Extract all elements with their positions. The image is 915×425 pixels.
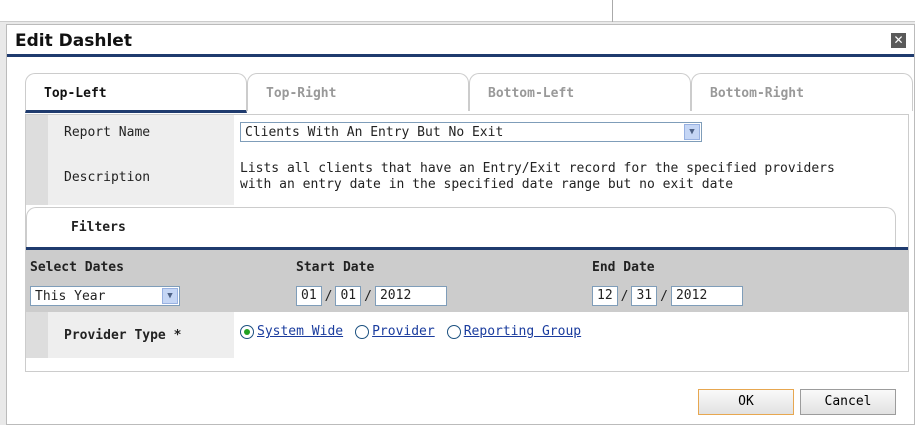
date-filter-row: Select Dates Start Date End Date This Ye… <box>26 250 908 312</box>
provider-type-row: Provider Type * System Wide Provider Rep… <box>26 312 908 358</box>
report-name-label: Report Name <box>48 115 234 149</box>
end-month-input[interactable]: 12 <box>592 286 618 306</box>
report-name-cell: Clients With An Entry But No Exit ▼ <box>234 115 908 149</box>
background-divider <box>612 0 613 22</box>
description-cell: Lists all clients that have an Entry/Exi… <box>234 149 908 205</box>
description-line-2: with an entry date in the specified date… <box>240 177 734 192</box>
start-day-input[interactable]: 01 <box>335 286 362 306</box>
provider-type-label: Provider Type * <box>48 312 234 358</box>
description-label: Description <box>48 149 234 205</box>
chevron-down-icon: ▼ <box>684 124 700 140</box>
dialog-buttons: OK Cancel <box>698 389 896 415</box>
tab-bottom-right[interactable]: Bottom-Right <box>691 73 913 111</box>
select-dates-value: This Year <box>35 289 106 304</box>
cancel-button[interactable]: Cancel <box>800 389 896 415</box>
end-day-input[interactable]: 31 <box>631 286 658 306</box>
dashlet-settings-panel: Report Name Clients With An Entry But No… <box>25 114 909 372</box>
dashlet-position-tabs: Top-Left Top-Right Bottom-Left Bottom-Ri… <box>25 73 913 113</box>
start-date-label: Start Date <box>296 260 375 275</box>
radio-system-wide[interactable]: System Wide <box>240 324 343 339</box>
select-dates-dropdown[interactable]: This Year ▼ <box>30 286 180 306</box>
row-gutter <box>26 115 48 149</box>
chevron-down-icon: ▼ <box>162 288 178 304</box>
provider-link[interactable]: Provider <box>372 324 435 339</box>
start-date-field: 01 / 01 / 2012 <box>296 286 447 306</box>
edit-dashlet-dialog: Edit Dashlet ✕ Top-Left Top-Right Bottom… <box>6 24 915 425</box>
dialog-title: Edit Dashlet <box>15 31 132 51</box>
tab-top-right[interactable]: Top-Right <box>247 73 469 111</box>
end-date-label: End Date <box>592 260 655 275</box>
tab-top-left[interactable]: Top-Left <box>25 73 247 113</box>
report-name-value: Clients With An Entry But No Exit <box>245 125 504 140</box>
background-window-strip <box>0 0 915 22</box>
close-icon[interactable]: ✕ <box>891 33 906 48</box>
select-dates-label: Select Dates <box>30 260 124 275</box>
dialog-titlebar: Edit Dashlet ✕ <box>7 25 914 57</box>
provider-type-radio-group: System Wide Provider Reporting Group <box>240 324 593 339</box>
radio-unchecked-icon[interactable] <box>446 324 461 339</box>
description-line-1: Lists all clients that have an Entry/Exi… <box>240 161 835 176</box>
report-name-row: Report Name Clients With An Entry But No… <box>26 115 908 149</box>
reporting-group-link[interactable]: Reporting Group <box>464 324 581 339</box>
filters-tab-label: Filters <box>71 220 126 235</box>
end-date-field: 12 / 31 / 2012 <box>592 286 743 306</box>
report-name-select[interactable]: Clients With An Entry But No Exit ▼ <box>240 122 702 142</box>
filters-section: Filters Select Dates Start Date End Date… <box>26 207 908 371</box>
date-separator: / <box>324 288 333 304</box>
tab-bottom-left[interactable]: Bottom-Left <box>469 73 691 111</box>
date-separator: / <box>660 288 668 304</box>
row-gutter <box>26 312 48 358</box>
date-separator: / <box>620 288 629 304</box>
radio-reporting-group[interactable]: Reporting Group <box>446 324 581 339</box>
radio-unchecked-icon[interactable] <box>355 324 370 339</box>
filters-tab: Filters <box>26 207 896 247</box>
ok-button[interactable]: OK <box>698 389 794 415</box>
date-separator: / <box>364 288 372 304</box>
system-wide-link[interactable]: System Wide <box>257 324 343 339</box>
start-month-input[interactable]: 01 <box>296 286 322 306</box>
radio-provider[interactable]: Provider <box>355 324 435 339</box>
radio-checked-icon[interactable] <box>240 324 254 339</box>
description-row: Description Lists all clients that have … <box>26 149 908 205</box>
row-gutter <box>26 149 48 205</box>
start-year-input[interactable]: 2012 <box>374 286 447 306</box>
end-year-input[interactable]: 2012 <box>670 286 743 306</box>
